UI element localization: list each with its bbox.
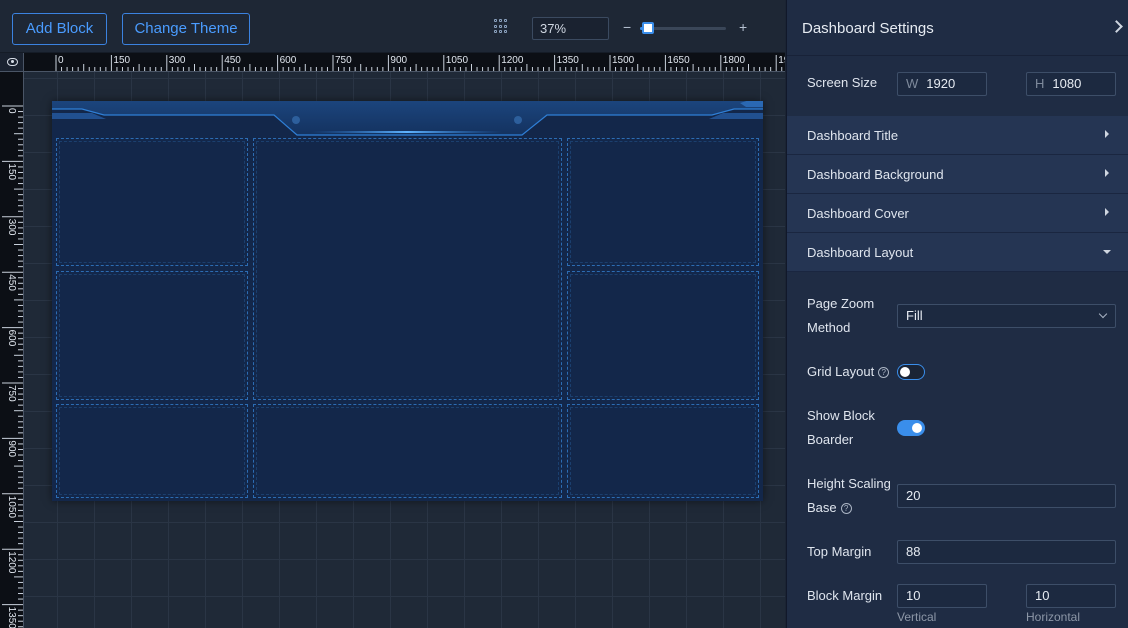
page-zoom-label-line1: Page Zoom (807, 296, 875, 311)
ruler-top-label: 1500 (612, 55, 635, 66)
header-decoration (52, 101, 763, 136)
ruler-left-label: 150 (6, 163, 17, 180)
screen-width-input[interactable]: W 1920 (897, 72, 987, 96)
chevron-right-icon[interactable] (1110, 20, 1123, 33)
ruler-top-label: 1050 (446, 55, 469, 66)
help-icon[interactable]: ? (878, 367, 890, 378)
page-zoom-select[interactable]: Fill (897, 304, 1116, 328)
ruler-left-label: 600 (6, 330, 17, 347)
section-title: Dashboard Background (807, 167, 944, 182)
section-dashboard-background[interactable]: Dashboard Background (787, 155, 1128, 194)
ruler-left-label: 750 (6, 385, 17, 402)
block-center[interactable] (253, 138, 562, 400)
block-middle-left[interactable] (56, 271, 248, 400)
block-top-right[interactable] (567, 138, 759, 266)
height-scaling-text: Base (807, 500, 837, 515)
help-icon[interactable]: ? (840, 503, 852, 514)
section-dashboard-title[interactable]: Dashboard Title (787, 116, 1128, 155)
zoom-slider-thumb[interactable] (642, 22, 654, 34)
ruler-top-label: 1350 (557, 55, 580, 66)
ruler-left-label: 1050 (6, 496, 17, 519)
ruler-top-label: 1800 (723, 55, 746, 66)
dashboard-editor: Add Block Change Theme 37% − + 0 150 300 45… (0, 0, 1128, 628)
grid-layout-label: Grid Layout? (807, 360, 890, 384)
horizontal-ruler: 0 150 300 450 600 750 900 1050 1200 1350 1500 1650 1… (24, 53, 785, 72)
grid-layout-text: Grid Layout (807, 364, 875, 379)
height-scaling-label-line2: Base? (807, 496, 852, 520)
vertical-ruler: 0 150 300 450 600 750 900 1050 1200 1350 (0, 72, 24, 628)
settings-panel: Dashboard Settings Screen Size W 1920 H 10… (786, 0, 1128, 628)
height-prefix: H (1035, 76, 1045, 91)
section-title: Dashboard Layout (807, 245, 914, 260)
block-margin-vertical-input[interactable]: 10 (897, 584, 987, 608)
page-zoom-label-line2: Method (807, 320, 851, 335)
ruler-left-label: 0 (6, 108, 17, 114)
page-zoom-value: Fill (906, 308, 923, 323)
height-scaling-label-line1: Height Scaling (807, 476, 891, 491)
ruler-corner[interactable] (0, 53, 24, 72)
toolbar: Add Block Change Theme 37% − + (0, 0, 785, 53)
ruler-top-label: 300 (169, 55, 186, 66)
zoom-out-button[interactable]: − (623, 19, 631, 35)
add-block-button[interactable]: Add Block (12, 13, 107, 45)
ruler-top-label: 750 (335, 55, 352, 66)
height-scaling-input[interactable]: 20 (897, 484, 1116, 508)
toggle-knob (912, 423, 922, 433)
grid-icon[interactable] (494, 19, 509, 34)
ruler-left-label: 1200 (6, 551, 17, 574)
zoom-input[interactable]: 37% (532, 17, 609, 40)
ruler-left-label: 900 (6, 440, 17, 457)
width-prefix: W (906, 76, 919, 91)
ruler-top-label: 600 (280, 55, 297, 66)
screen-size-label: Screen Size (807, 75, 878, 90)
ruler-top-label: 19 (778, 55, 785, 66)
horizontal-caption: Horizontal (1026, 610, 1081, 624)
chevron-down-icon (1098, 309, 1108, 319)
section-title: Dashboard Cover (807, 206, 909, 221)
section-dashboard-layout[interactable]: Dashboard Layout (787, 233, 1128, 272)
ruler-top-label: 900 (390, 55, 407, 66)
top-margin-input[interactable]: 88 (897, 540, 1116, 564)
zoom-in-button[interactable]: + (739, 19, 747, 35)
screen-width-value: 1920 (926, 76, 956, 91)
change-theme-button[interactable]: Change Theme (122, 13, 250, 45)
ruler-top-label: 1200 (501, 55, 524, 66)
show-block-border-toggle[interactable] (897, 420, 925, 436)
block-bottom-center[interactable] (253, 404, 562, 498)
ruler-left-label: 1350 (6, 607, 17, 628)
ruler-top-label: 1650 (667, 55, 690, 66)
chevron-down-icon (1103, 250, 1111, 254)
block-middle-right[interactable] (567, 271, 759, 400)
screen-height-value: 1080 (1052, 76, 1082, 91)
panel-header: Dashboard Settings (787, 0, 1128, 56)
vertical-caption: Vertical (897, 610, 937, 624)
show-block-label-line2: Boarder (807, 432, 854, 447)
ruler-left-label: 300 (6, 219, 17, 236)
canvas-area[interactable] (24, 72, 785, 628)
eye-icon[interactable] (7, 58, 18, 66)
block-top-left[interactable] (56, 138, 248, 266)
section-dashboard-cover[interactable]: Dashboard Cover (787, 194, 1128, 233)
ruler-top-label: 450 (224, 55, 241, 66)
chevron-right-icon (1105, 208, 1109, 216)
block-bottom-left[interactable] (56, 404, 248, 498)
section-title: Dashboard Title (807, 128, 899, 143)
top-margin-label: Top Margin (807, 544, 872, 559)
toggle-knob (900, 367, 910, 377)
block-bottom-right[interactable] (567, 404, 759, 498)
chevron-right-icon (1105, 169, 1109, 177)
block-margin-horizontal-input[interactable]: 10 (1026, 584, 1116, 608)
dashboard-board[interactable] (52, 101, 763, 501)
panel-title: Dashboard Settings (802, 20, 934, 37)
ruler-left-label: 450 (6, 274, 17, 291)
block-margin-label: Block Margin (807, 588, 883, 603)
ruler-top-label: 0 (58, 55, 64, 66)
show-block-label-line1: Show Block (807, 408, 875, 423)
screen-height-input[interactable]: H 1080 (1026, 72, 1116, 96)
ruler-top-label: 150 (113, 55, 130, 66)
grid-layout-toggle[interactable] (897, 364, 925, 380)
chevron-right-icon (1105, 130, 1109, 138)
